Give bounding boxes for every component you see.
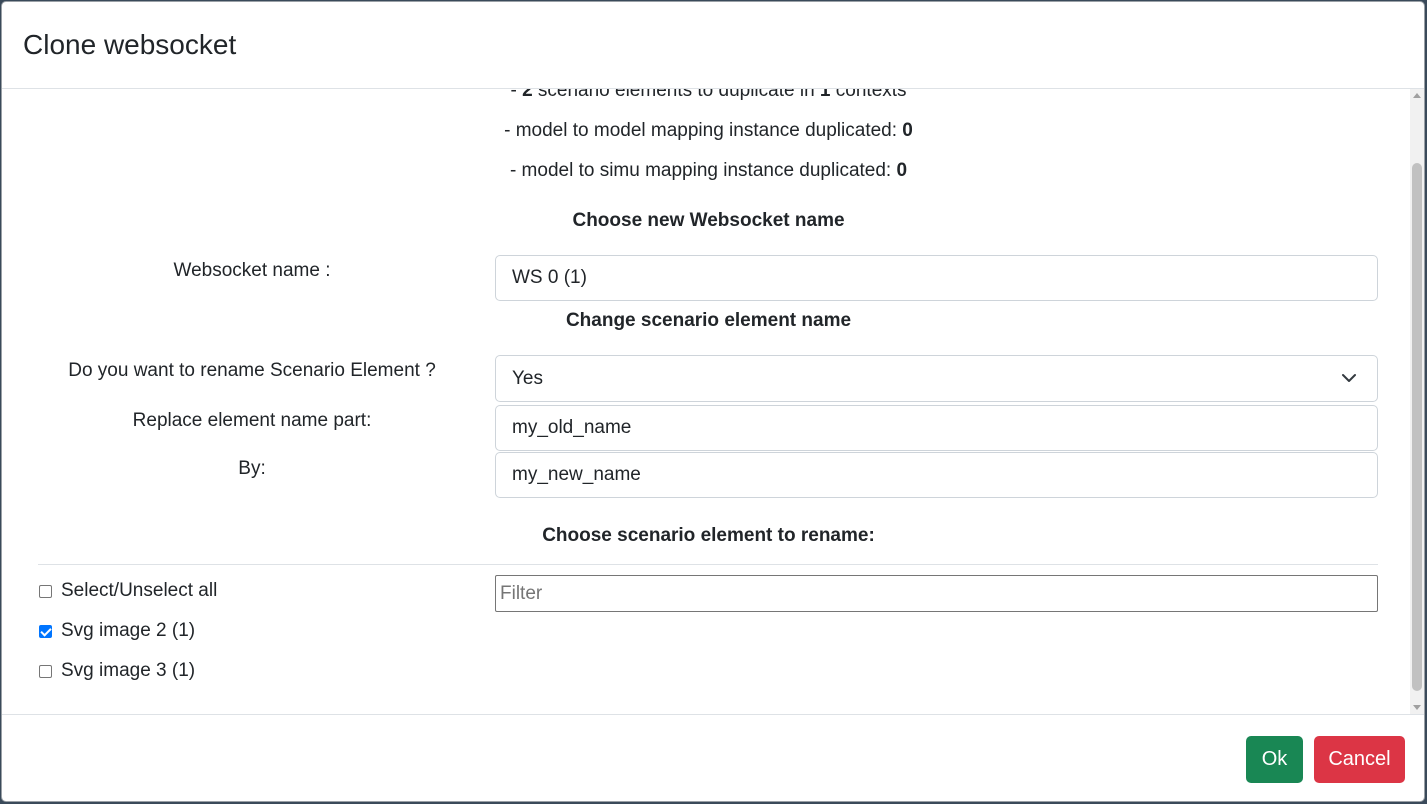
modal-footer: Ok Cancel: [2, 714, 1424, 801]
summary-model-mapping-value: 0: [902, 120, 913, 141]
rename-question-select[interactable]: Yes: [495, 355, 1378, 402]
replace-by-label: By:: [238, 458, 266, 479]
element-row-svg-image-2[interactable]: Svg image 2 (1): [39, 619, 195, 643]
replace-part-input[interactable]: [495, 405, 1378, 451]
summary-elements-count: 2: [522, 89, 533, 101]
replace-by-input[interactable]: [495, 452, 1378, 498]
element-checkbox-svg-image-3[interactable]: [39, 664, 52, 678]
rename-question-label: Do you want to rename Scenario Element ?: [68, 360, 436, 381]
websocket-name-section-title: Choose new Websocket name: [572, 210, 845, 231]
element-label-svg-image-3: Svg image 3 (1): [61, 660, 196, 681]
websocket-name-input[interactable]: [495, 255, 1378, 301]
scroll-down-arrow-icon[interactable]: [1413, 705, 1421, 710]
cancel-button[interactable]: Cancel: [1314, 736, 1405, 783]
scroll-up-arrow-icon[interactable]: [1413, 93, 1421, 98]
modal-body-scrollbar[interactable]: [1410, 89, 1424, 714]
summary-elements-line: - 2 scenario elements to duplicate in 1 …: [2, 89, 1410, 103]
elements-section-title: Choose scenario element to rename:: [542, 525, 875, 546]
modal-title: Clone websocket: [23, 29, 237, 60]
rename-question-value: Yes: [512, 368, 543, 389]
element-checkbox-svg-image-2[interactable]: [39, 624, 52, 638]
summary-model-mapping-line: - model to model mapping instance duplic…: [504, 120, 913, 141]
clone-websocket-dialog: Clone websocket - 2 scenario elements to…: [1, 1, 1425, 802]
chevron-down-icon: [1342, 374, 1356, 382]
select-all-label: Select/Unselect all: [61, 580, 218, 601]
modal-header: Clone websocket: [2, 2, 1424, 89]
select-all-checkbox[interactable]: [39, 584, 52, 598]
replace-part-label: Replace element name part:: [132, 410, 372, 431]
rename-section-title: Change scenario element name: [565, 310, 852, 331]
summary-simu-mapping-value: 0: [896, 160, 908, 181]
ok-button[interactable]: Ok: [1246, 736, 1303, 783]
filter-input[interactable]: [495, 575, 1378, 612]
element-row-svg-image-3[interactable]: Svg image 3 (1): [39, 659, 195, 683]
element-label-svg-image-2: Svg image 2 (1): [61, 620, 196, 641]
modal-body: - 2 scenario elements to duplicate in 1 …: [2, 89, 1410, 714]
select-all-row[interactable]: Select/Unselect all: [39, 579, 217, 603]
scrollbar-thumb[interactable]: [1412, 163, 1422, 691]
section-divider: [38, 564, 1378, 565]
summary-simu-mapping-line: - model to simu mapping instance duplica…: [509, 160, 908, 181]
summary-contexts-count: 1: [819, 89, 831, 101]
websocket-name-label: Websocket name :: [173, 260, 331, 281]
